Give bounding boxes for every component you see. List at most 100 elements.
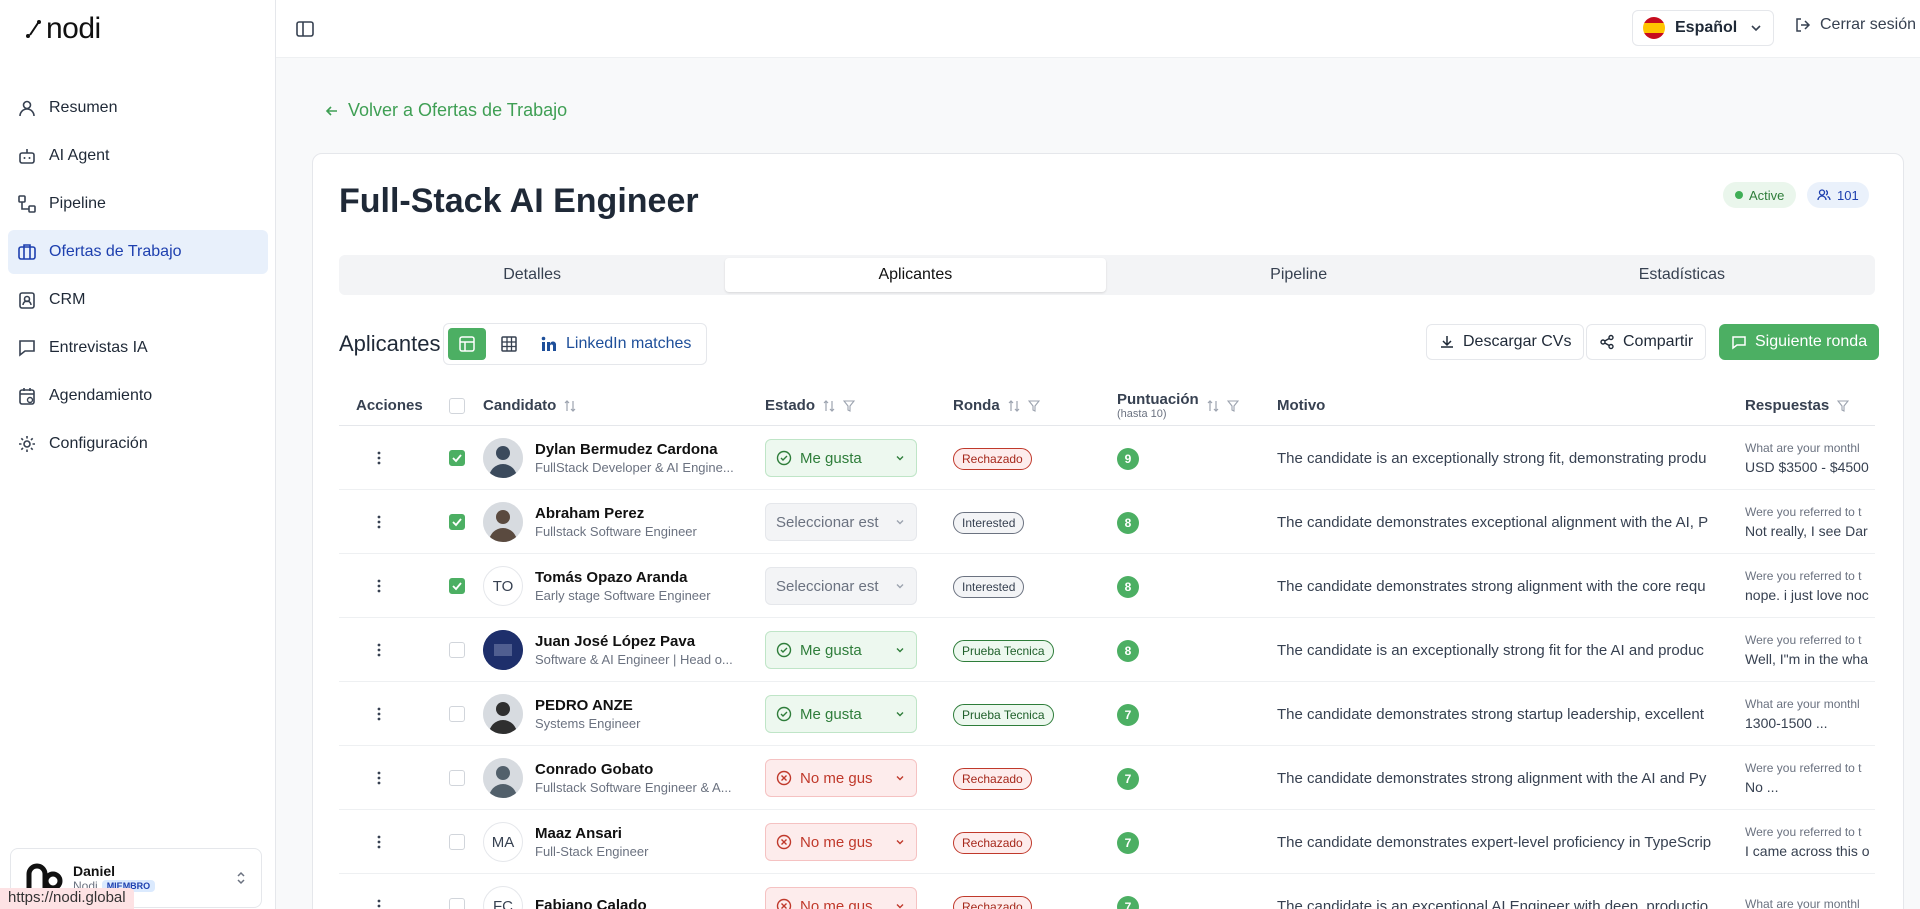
respuesta-cell[interactable]: Were you referred to t No ... — [1745, 746, 1875, 810]
col-estado[interactable]: Estado — [765, 397, 856, 414]
row-checkbox[interactable] — [449, 514, 465, 530]
ronda-badge: Rechazado — [953, 832, 1032, 854]
download-cvs-button[interactable]: Descargar CVs — [1426, 324, 1585, 360]
filter-icon[interactable] — [1837, 399, 1850, 412]
respuesta-cell[interactable]: What are your monthl USD $3500 - $4500 — [1745, 426, 1875, 490]
sidebar-toggle-icon[interactable] — [294, 18, 316, 40]
candidate-info[interactable]: Fabiano Calado — [535, 874, 735, 909]
score-badge: 7 — [1117, 896, 1139, 909]
table-row[interactable]: Conrado Gobato Fullstack Software Enginee… — [339, 746, 1875, 810]
contact-icon — [19, 292, 35, 309]
ronda-badge: Rechazado — [953, 448, 1032, 470]
col-respuestas-label: Respuestas — [1745, 397, 1830, 414]
table-row[interactable]: Dylan Bermudez Cardona FullStack Develope… — [339, 426, 1875, 490]
estado-label: Me gusta — [800, 641, 862, 659]
tab-pipeline[interactable]: Pipeline — [1109, 258, 1489, 292]
col-ronda[interactable]: Ronda — [953, 397, 1040, 414]
candidate-info[interactable]: Dylan Bermudez Cardona FullStack Develope… — [535, 426, 735, 490]
col-acciones: Acciones — [356, 397, 423, 414]
row-checkbox[interactable] — [449, 770, 465, 786]
sidebar-item-resumen[interactable]: Resumen — [8, 86, 268, 130]
col-puntuacion[interactable]: Puntuación (hasta 10) — [1117, 391, 1239, 420]
estado-label: Seleccionar est — [776, 577, 879, 595]
row-actions-button[interactable] — [371, 426, 387, 490]
col-candidato-label: Candidato — [483, 397, 557, 414]
estado-select[interactable]: Seleccionar est — [765, 567, 917, 605]
row-actions-button[interactable] — [371, 746, 387, 810]
candidate-title: Fullstack Software Engineer & A... — [535, 780, 732, 795]
sidebar-item-entrevistas-ia[interactable]: Entrevistas IA — [8, 326, 268, 370]
sidebar-item-pipeline[interactable]: Pipeline — [8, 182, 268, 226]
col-motivo-label: Motivo — [1277, 397, 1326, 414]
row-checkbox[interactable] — [449, 578, 465, 594]
respuesta-cell[interactable]: Were you referred to t I came across this… — [1745, 810, 1875, 874]
sidebar-item-ai-agent[interactable]: AI Agent — [8, 134, 268, 178]
candidate-info[interactable]: Juan José López Pava Software & AI Engine… — [535, 618, 735, 682]
sort-icon — [1008, 399, 1020, 412]
share-button[interactable]: Compartir — [1586, 324, 1707, 360]
check-icon — [452, 518, 462, 527]
filter-icon[interactable] — [843, 399, 856, 412]
grid-view-button[interactable] — [490, 328, 528, 360]
row-actions-button[interactable] — [371, 810, 387, 874]
estado-select[interactable]: Me gusta — [765, 695, 917, 733]
row-actions-button[interactable] — [371, 682, 387, 746]
table-row[interactable]: MA Maaz Ansari Full-Stack Engineer No me gu… — [339, 810, 1875, 874]
score-badge: 9 — [1117, 448, 1139, 470]
sidebar-item-ofertas-de-trabajo[interactable]: Ofertas de Trabajo — [8, 230, 268, 274]
respuesta-cell[interactable]: Were you referred to t Not really, I see … — [1745, 490, 1875, 554]
row-actions-button[interactable] — [371, 554, 387, 618]
row-checkbox[interactable] — [449, 898, 465, 909]
estado-select[interactable]: Seleccionar est — [765, 503, 917, 541]
candidate-info[interactable]: Tomás Opazo Aranda Early stage Software E… — [535, 554, 735, 618]
row-checkbox[interactable] — [449, 450, 465, 466]
row-checkbox[interactable] — [449, 706, 465, 722]
estado-label: No me gus — [800, 833, 873, 851]
candidate-info[interactable]: Abraham Perez Fullstack Software Engineer — [535, 490, 735, 554]
sidebar-item-configuracion[interactable]: Configuración — [8, 422, 268, 466]
row-actions-button[interactable] — [371, 490, 387, 554]
estado-select[interactable]: Me gusta — [765, 439, 917, 477]
select-all-checkbox[interactable] — [449, 397, 465, 414]
back-to-jobs-link[interactable]: Volver a Ofertas de Trabajo — [324, 100, 567, 121]
table-row[interactable]: Abraham Perez Fullstack Software Engineer… — [339, 490, 1875, 554]
sidebar-item-crm[interactable]: CRM — [8, 278, 268, 322]
logout-button[interactable]: Cerrar sesión — [1794, 16, 1916, 34]
estado-select[interactable]: No me gus — [765, 759, 917, 797]
respuesta-cell[interactable]: What are your monthl 1300-1500 ... — [1745, 682, 1875, 746]
linkedin-matches-button[interactable]: LinkedIn matches — [532, 335, 699, 353]
candidate-info[interactable]: PEDRO ANZE Systems Engineer — [535, 682, 735, 746]
col-respuestas[interactable]: Respuestas — [1745, 397, 1850, 414]
row-actions-button[interactable] — [371, 874, 387, 909]
table-view-button[interactable] — [448, 328, 486, 360]
row-checkbox[interactable] — [449, 834, 465, 850]
estado-select[interactable]: Me gusta — [765, 631, 917, 669]
sidebar-item-label: Configuración — [49, 435, 148, 452]
col-candidato[interactable]: Candidato — [483, 397, 576, 414]
estado-select[interactable]: No me gus — [765, 823, 917, 861]
table-row[interactable]: PEDRO ANZE Systems Engineer Me gusta Prueba… — [339, 682, 1875, 746]
tab-aplicantes[interactable]: Aplicantes — [725, 258, 1106, 292]
sidebar-item-agendamiento[interactable]: Agendamiento — [8, 374, 268, 418]
candidate-info[interactable]: Maaz Ansari Full-Stack Engineer — [535, 810, 735, 874]
tab-estadisticas[interactable]: Estadísticas — [1492, 258, 1872, 292]
row-checkbox[interactable] — [449, 642, 465, 658]
respuesta-cell[interactable]: What are your monthl — [1745, 874, 1875, 909]
tab-detalles[interactable]: Detalles — [342, 258, 722, 292]
respuesta-cell[interactable]: Were you referred to t nope. i just love … — [1745, 554, 1875, 618]
check-circle-icon — [776, 706, 792, 722]
candidate-info[interactable]: Conrado Gobato Fullstack Software Enginee… — [535, 746, 735, 810]
next-round-button[interactable]: Siguiente ronda — [1719, 324, 1880, 360]
table-row[interactable]: TO Tomás Opazo Aranda Early stage Software… — [339, 554, 1875, 618]
respuesta-question: Were you referred to t — [1745, 505, 1862, 519]
filter-icon[interactable] — [1027, 399, 1040, 412]
nodi-logo[interactable]: nodi — [24, 12, 101, 46]
estado-select[interactable]: No me gus — [765, 887, 917, 909]
respuesta-cell[interactable]: Were you referred to t Well, I"m in the w… — [1745, 618, 1875, 682]
filter-icon[interactable] — [1226, 399, 1239, 412]
language-select[interactable]: Español — [1632, 10, 1774, 46]
row-actions-button[interactable] — [371, 618, 387, 682]
applicants-count-badge[interactable]: 101 — [1807, 182, 1869, 208]
table-row[interactable]: Juan José López Pava Software & AI Engine… — [339, 618, 1875, 682]
table-row[interactable]: FC Fabiano Calado No me gus Rechazado 7 The c… — [339, 874, 1875, 909]
